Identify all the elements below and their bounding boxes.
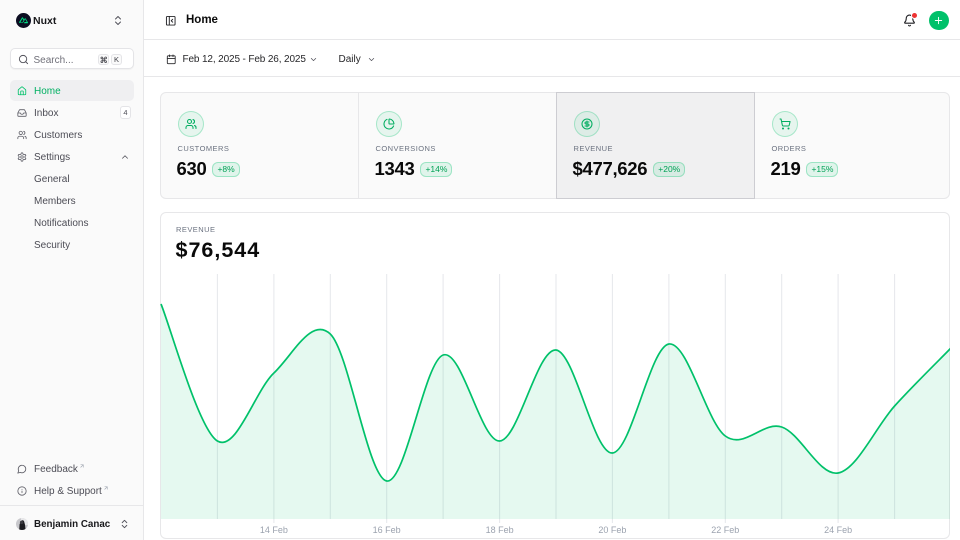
svg-text:24 Feb: 24 Feb	[824, 525, 852, 535]
svg-text:14 Feb: 14 Feb	[260, 525, 288, 535]
svg-text:16 Feb: 16 Feb	[373, 525, 401, 535]
svg-text:20 Feb: 20 Feb	[598, 525, 626, 535]
svg-text:18 Feb: 18 Feb	[486, 525, 514, 535]
svg-text:22 Feb: 22 Feb	[711, 525, 739, 535]
